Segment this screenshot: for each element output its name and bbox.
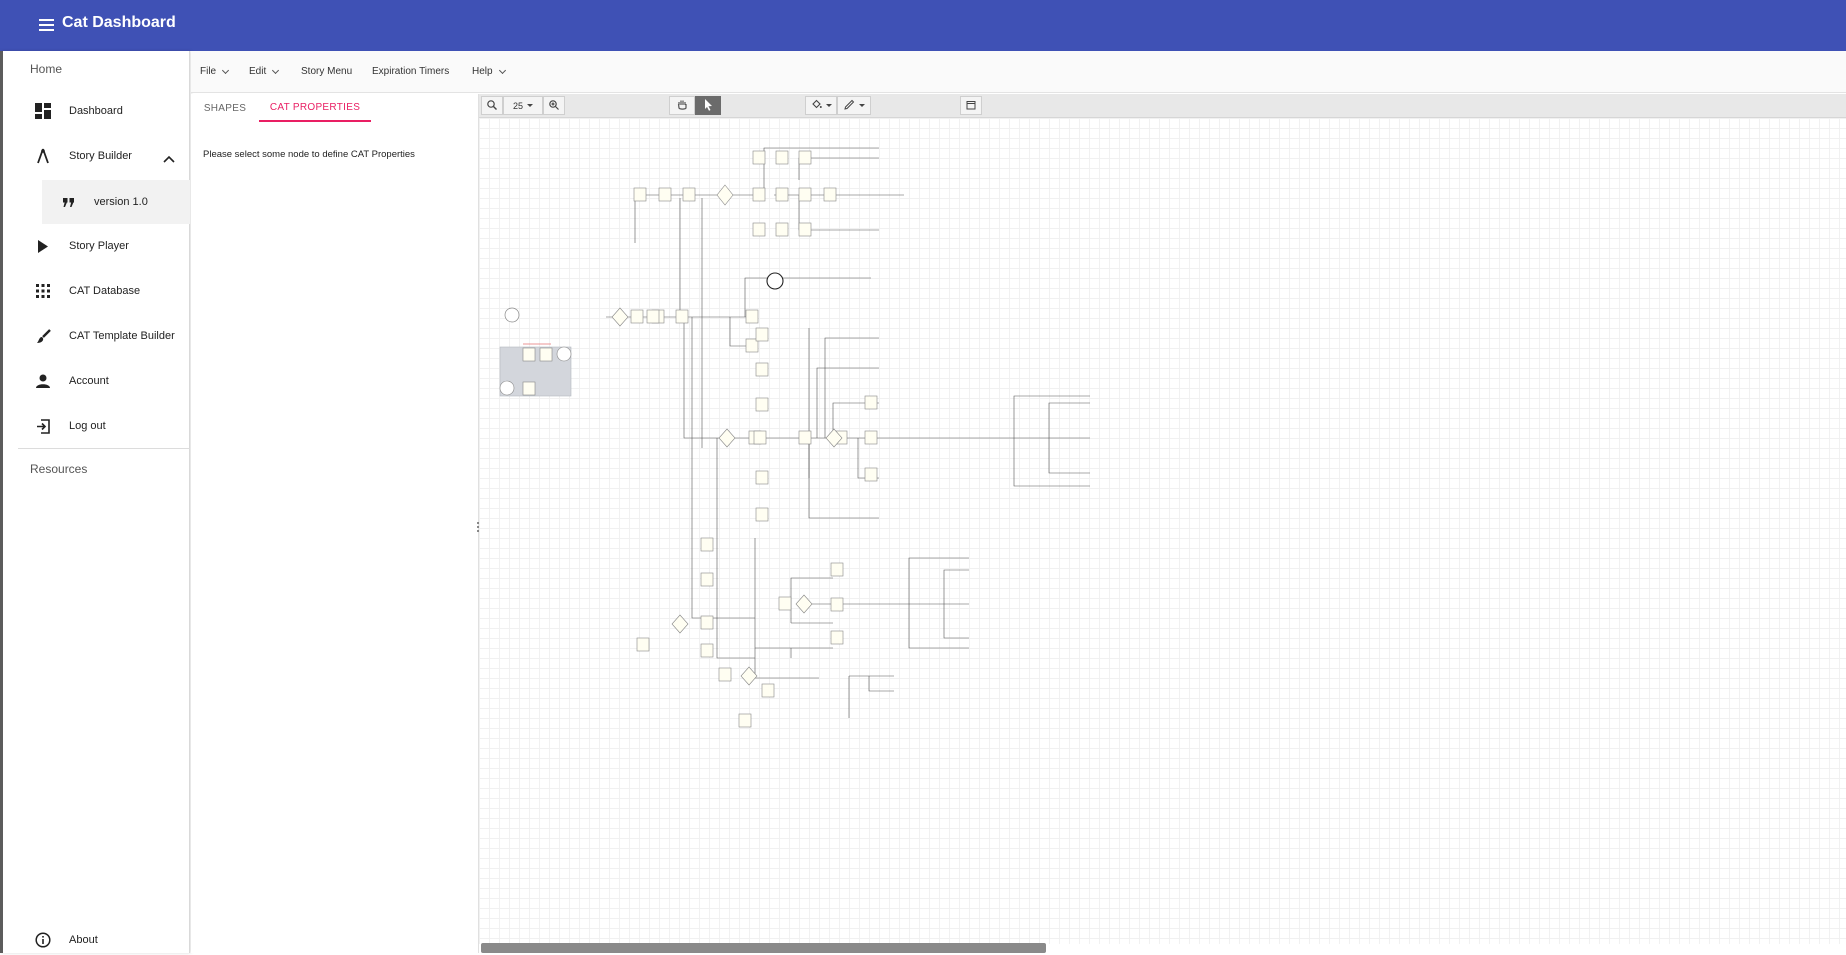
sidebar-item-version[interactable]: version 1.0 [42,180,190,224]
end-node[interactable] [766,272,784,290]
calendar-icon [966,100,976,112]
chevron-up-icon[interactable] [163,150,175,168]
tab-shapes[interactable]: SHAPES [191,94,259,122]
cursor-arrow-icon [704,98,713,113]
pencil-icon [843,99,855,112]
pan-tool-button[interactable] [669,96,695,115]
paint-bucket-icon [811,99,822,112]
line-style-button[interactable] [837,96,871,115]
sidebar-item-account[interactable]: Account [0,361,190,401]
zoom-out-icon [487,99,497,112]
sidebar-item-about[interactable]: About [0,925,190,955]
canvas-horizontal-scrollbar[interactable] [481,943,1046,953]
sidebar-item-story-player[interactable]: Story Player [0,226,190,266]
app-bar: Cat Dashboard [0,0,1846,51]
sidebar-item-label: About [69,934,98,946]
sidebar-item-cat-database[interactable]: CAT Database [0,271,190,311]
sidebar-item-logout[interactable]: Log out [0,406,190,446]
menu-file[interactable]: File [200,66,230,77]
quote-icon [60,193,78,211]
sidebar-item-label: version 1.0 [94,196,148,208]
hand-icon [677,99,688,112]
brush-icon [34,327,52,345]
logout-icon [34,417,52,435]
sidebar-item-label: CAT Template Builder [69,330,175,342]
start-node[interactable] [504,307,520,323]
sidebar-item-dashboard[interactable]: Dashboard [0,91,190,131]
caret-down-icon [858,104,865,107]
zoom-level-value: 25 [512,100,523,111]
editor-menu-bar: File Edit Story Menu Expiration Timers H… [191,51,1846,93]
sidebar-item-label: Account [69,375,109,387]
sidebar-item-label: Story Builder [69,150,132,162]
info-icon [34,931,52,949]
menu-story-menu[interactable]: Story Menu [301,66,352,77]
fill-color-button[interactable] [805,96,837,115]
sidebar-divider [18,448,190,449]
sidebar-item-story-builder[interactable]: Story Builder [0,136,190,176]
app-title: Cat Dashboard [62,14,176,31]
sidebar-section-home: Home [30,62,63,76]
properties-panel: SHAPES CAT PROPERTIES Please select some… [191,94,479,953]
person-icon [34,372,52,390]
caret-down-icon [527,104,533,107]
menu-edit[interactable]: Edit [249,66,280,77]
menu-help[interactable]: Help [472,66,506,77]
sidebar-item-label: Log out [69,420,106,432]
apps-grid-icon [34,282,52,300]
hamburger-menu-icon[interactable] [36,16,58,36]
story-flow-diagram[interactable] [479,118,1846,944]
chevron-down-icon [222,66,230,74]
menu-expiration-timers[interactable]: Expiration Timers [372,66,449,77]
properties-message: Please select some node to define CAT Pr… [203,149,415,160]
zoom-in-icon [549,99,559,112]
sidebar-item-label: Story Player [69,240,129,252]
sidebar-item-label: Dashboard [69,105,123,117]
chevron-down-icon [272,66,280,74]
diagram-toolbar: 25 [479,94,1846,118]
chevron-down-icon [498,66,506,74]
zoom-level-select[interactable]: 25 [503,96,543,115]
compass-icon [34,147,52,165]
caret-down-icon [825,104,832,107]
zoom-out-button[interactable] [481,96,503,115]
diagram-canvas[interactable] [479,118,1846,944]
play-icon [34,237,52,255]
select-tool-button[interactable] [695,96,721,115]
tab-cat-properties[interactable]: CAT PROPERTIES [259,94,371,122]
sidebar-item-label: CAT Database [69,285,141,297]
calendar-button[interactable] [960,96,982,115]
sidebar: Home Dashboard Story Builder version 1.0… [0,51,190,953]
dashboard-icon [34,102,52,120]
sidebar-item-cat-template-builder[interactable]: CAT Template Builder [0,316,190,356]
sidebar-section-resources: Resources [30,462,88,476]
zoom-in-button[interactable] [543,96,565,115]
